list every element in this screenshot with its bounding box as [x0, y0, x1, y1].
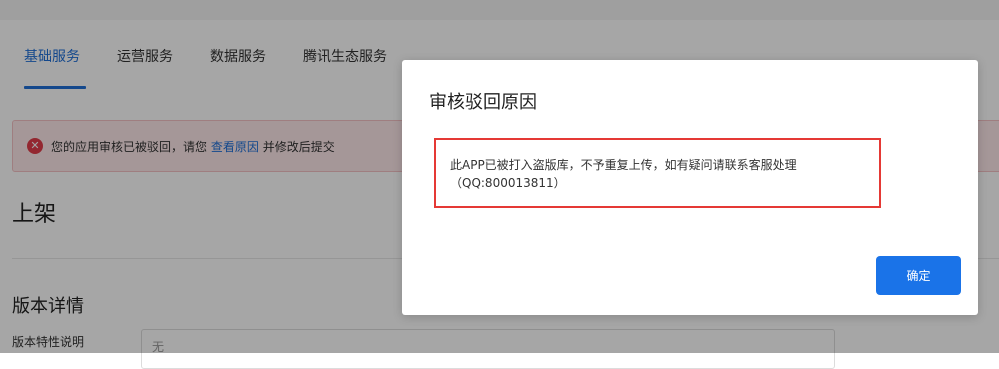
reason-line-2: （QQ:800013811） [450, 176, 566, 190]
reason-line-1: 此APP已被打入盗版库，不予重复上传，如有疑问请联系客服处理 [450, 158, 797, 172]
rejection-reason-box: 此APP已被打入盗版库，不予重复上传，如有疑问请联系客服处理 （QQ:80001… [434, 138, 881, 208]
modal-title: 审核驳回原因 [429, 92, 537, 113]
rejection-reason-modal: 审核驳回原因 此APP已被打入盗版库，不予重复上传，如有疑问请联系客服处理 （Q… [402, 60, 978, 315]
confirm-button[interactable]: 确定 [876, 256, 961, 295]
